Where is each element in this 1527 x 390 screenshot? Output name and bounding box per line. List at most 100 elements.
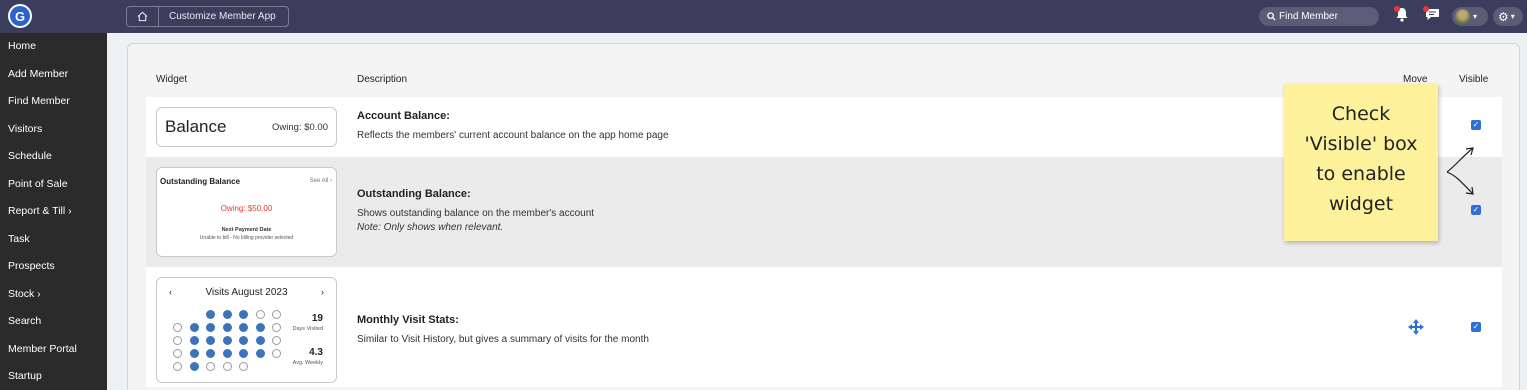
visit-day-empty <box>206 362 215 371</box>
visit-day-empty <box>173 323 182 332</box>
user-menu[interactable]: ▾ <box>1452 7 1488 26</box>
visit-day-filled <box>255 349 265 358</box>
row-description: Shows outstanding balance on the member'… <box>357 208 595 219</box>
row-note: Note: Only shows when relevant. <box>357 222 504 233</box>
visit-day-filled <box>222 336 232 345</box>
chat-badge <box>1423 6 1429 12</box>
ob-next-payment-label: Next Payment Date <box>221 227 272 233</box>
home-icon[interactable] <box>127 7 159 26</box>
annotation-line: Check <box>1331 103 1391 125</box>
ob-owing: Owing: $50.00 <box>220 204 273 213</box>
ob-see-all: See All › <box>309 178 332 184</box>
visit-day-filled <box>222 310 232 319</box>
sidebar-item-member-portal[interactable]: Member Portal <box>0 336 107 364</box>
sticky-note-annotation: Check 'Visible' box to enable widget <box>1284 84 1438 241</box>
visit-day-filled <box>239 349 248 358</box>
column-header-description: Description <box>357 74 408 85</box>
search-placeholder: Find Member <box>1279 11 1338 22</box>
balance-widget-preview: Balance Owing: $0.00 <box>156 107 337 147</box>
avatar <box>1455 9 1470 24</box>
sidebar-item-stock[interactable]: Stock › <box>0 281 107 309</box>
move-icon[interactable] <box>1408 319 1424 335</box>
days-visited-value: 19 <box>311 313 323 324</box>
chevron-down-icon: ▾ <box>1510 12 1515 21</box>
row-title: Account Balance: <box>357 110 450 122</box>
visible-checkbox[interactable]: ✓ <box>1471 120 1481 130</box>
sidebar-item-task[interactable]: Task <box>0 226 107 254</box>
balance-owing: Owing: $0.00 <box>272 122 328 133</box>
sidebar-item-startup[interactable]: Startup <box>0 363 107 390</box>
sidebar-item-visitors[interactable]: Visitors <box>0 116 107 144</box>
sidebar-item-schedule[interactable]: Schedule <box>0 143 107 171</box>
search-icon <box>1267 12 1276 21</box>
balance-label: Balance <box>165 117 227 136</box>
visit-day-filled <box>239 323 248 332</box>
visible-checkbox[interactable]: ✓ <box>1471 205 1481 215</box>
chat-icon[interactable] <box>1423 6 1441 25</box>
breadcrumb-current[interactable]: Customize Member App <box>159 11 288 22</box>
annotation-line: 'Visible' box <box>1304 133 1418 155</box>
visit-day-filled <box>189 349 199 358</box>
monthly-visit-widget-preview: ‹ Visits August 2023 › 19 Days Visited 4… <box>156 277 337 383</box>
logo-letter: G <box>10 6 30 26</box>
notification-badge <box>1394 6 1400 12</box>
row-description: Reflects the members' current account ba… <box>357 130 669 141</box>
search-input[interactable]: Find Member <box>1259 7 1379 26</box>
visit-day-empty <box>272 336 281 345</box>
visit-day-empty <box>173 349 182 358</box>
sidebar-item-find-member[interactable]: Find Member <box>0 88 107 116</box>
avg-weekly-value: 4.3 <box>309 347 323 358</box>
sidebar-item-home[interactable]: Home <box>0 33 107 61</box>
row-description: Similar to Visit History, but gives a su… <box>357 334 649 345</box>
column-header-visible: Visible <box>1459 74 1489 85</box>
table-row: ‹ Visits August 2023 › 19 Days Visited 4… <box>146 267 1502 387</box>
ob-billing-text: Unable to bill - No billing provider sel… <box>199 235 294 241</box>
visit-day-empty <box>255 310 265 319</box>
visit-day-empty <box>272 323 281 332</box>
visit-day-filled <box>222 323 232 332</box>
visit-day-filled <box>255 323 265 332</box>
visit-day-empty <box>173 336 182 345</box>
visit-day-filled <box>239 336 248 345</box>
breadcrumb: Customize Member App <box>126 6 289 27</box>
visit-day-empty <box>222 362 232 371</box>
visit-day-filled <box>222 349 232 358</box>
visit-day-empty <box>239 362 248 371</box>
sidebar-item-search[interactable]: Search <box>0 308 107 336</box>
avg-weekly-label: Avg. Weekly <box>292 360 323 366</box>
visit-day-filled <box>189 362 199 371</box>
sidebar-item-prospects[interactable]: Prospects <box>0 253 107 281</box>
settings-menu[interactable]: ⚙ ▾ <box>1493 7 1523 26</box>
outstanding-balance-widget-preview: Outstanding Balance See All › Owing: $50… <box>156 167 337 257</box>
ob-widget-title: Outstanding Balance <box>160 177 241 186</box>
sidebar-item-point-of-sale[interactable]: Point of Sale <box>0 171 107 199</box>
row-title: Monthly Visit Stats: <box>357 314 459 326</box>
app-logo[interactable]: G <box>8 4 32 28</box>
column-header-widget: Widget <box>156 74 188 85</box>
visit-day-empty <box>272 349 281 358</box>
visit-day-empty <box>173 362 182 371</box>
chevron-down-icon: ▾ <box>1473 12 1478 21</box>
visit-day-filled <box>206 323 215 332</box>
visit-day-filled <box>189 336 199 345</box>
visit-day-filled <box>206 349 215 358</box>
visible-checkbox[interactable]: ✓ <box>1471 322 1481 332</box>
visit-day-empty <box>272 310 281 319</box>
bell-icon[interactable] <box>1394 6 1410 26</box>
visit-day-filled <box>206 310 215 319</box>
visits-month-title: Visits August 2023 <box>205 287 288 298</box>
annotation-arrows <box>1446 147 1474 195</box>
visit-day-filled <box>206 336 215 345</box>
visit-day-filled <box>189 323 199 332</box>
annotation-line: widget <box>1328 193 1394 215</box>
row-title: Outstanding Balance: <box>357 188 471 200</box>
sidebar-item-report-till[interactable]: Report & Till › <box>0 198 107 226</box>
sidebar-item-add-member[interactable]: Add Member <box>0 61 107 89</box>
visit-day-filled <box>255 336 265 345</box>
days-visited-label: Days Visited <box>292 326 323 332</box>
sidebar: Home Add Member Find Member Visitors Sch… <box>0 33 107 390</box>
visit-day-filled <box>239 310 248 319</box>
next-month-icon: › <box>321 287 324 297</box>
gear-icon: ⚙ <box>1498 9 1509 24</box>
top-bar: G Customize Member App Find Member ▾ ⚙ ▾ <box>0 0 1527 33</box>
